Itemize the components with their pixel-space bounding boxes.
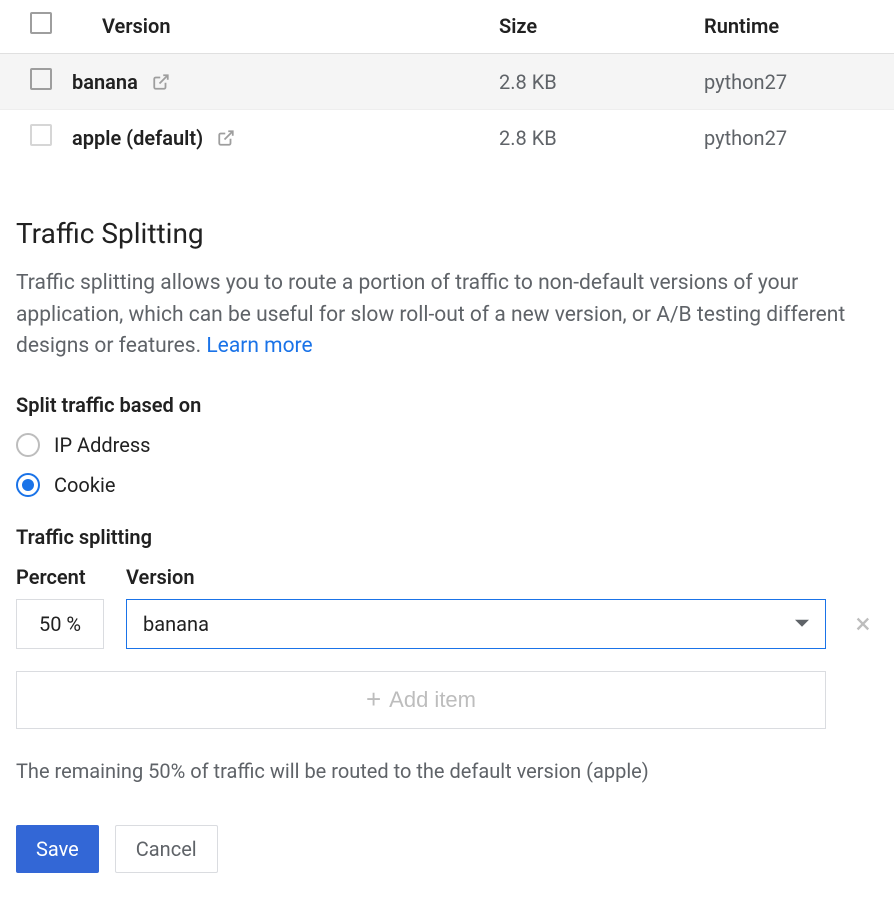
section-title: Traffic Splitting [16, 217, 878, 250]
traffic-split-label: Traffic splitting [16, 525, 878, 549]
version-header: Version [126, 565, 195, 589]
table-row[interactable]: banana 2.8 KB python27 [0, 54, 894, 110]
version-name: banana [72, 70, 138, 94]
header-size: Size [489, 0, 694, 54]
remove-row-icon[interactable]: × [848, 607, 878, 640]
chevron-down-icon [795, 612, 809, 636]
version-size: 2.8 KB [489, 110, 694, 166]
version-runtime: python27 [694, 54, 894, 110]
version-runtime: python27 [694, 110, 894, 166]
split-basis-label: Split traffic based on [16, 393, 878, 417]
select-all-checkbox[interactable] [30, 12, 52, 34]
row-checkbox [30, 124, 52, 146]
section-description: Traffic splitting allows you to route a … [16, 268, 878, 363]
add-item-button[interactable]: + Add item [16, 671, 826, 729]
split-basis-radio-group: IP Address Cookie [16, 433, 878, 497]
plus-icon: + [366, 684, 381, 715]
cancel-button[interactable]: Cancel [115, 825, 218, 873]
radio-ip-address[interactable]: IP Address [16, 433, 878, 457]
versions-table: Version Size Runtime banana 2.8 KB pytho… [0, 0, 894, 165]
radio-cookie[interactable]: Cookie [16, 473, 878, 497]
header-version: Version [62, 0, 489, 54]
external-link-icon[interactable] [217, 129, 235, 147]
version-name: apple (default) [72, 126, 203, 150]
split-row: banana × [16, 599, 878, 649]
percent-input[interactable] [16, 599, 104, 649]
row-checkbox[interactable] [30, 68, 52, 90]
table-row[interactable]: apple (default) 2.8 KB python27 [0, 110, 894, 166]
header-runtime: Runtime [694, 0, 894, 54]
save-button[interactable]: Save [16, 825, 99, 873]
learn-more-link[interactable]: Learn more [206, 334, 312, 358]
external-link-icon[interactable] [152, 73, 170, 91]
percent-header: Percent [16, 565, 104, 589]
remaining-traffic-text: The remaining 50% of traffic will be rou… [16, 759, 878, 783]
version-select[interactable]: banana [126, 599, 826, 649]
version-size: 2.8 KB [489, 54, 694, 110]
